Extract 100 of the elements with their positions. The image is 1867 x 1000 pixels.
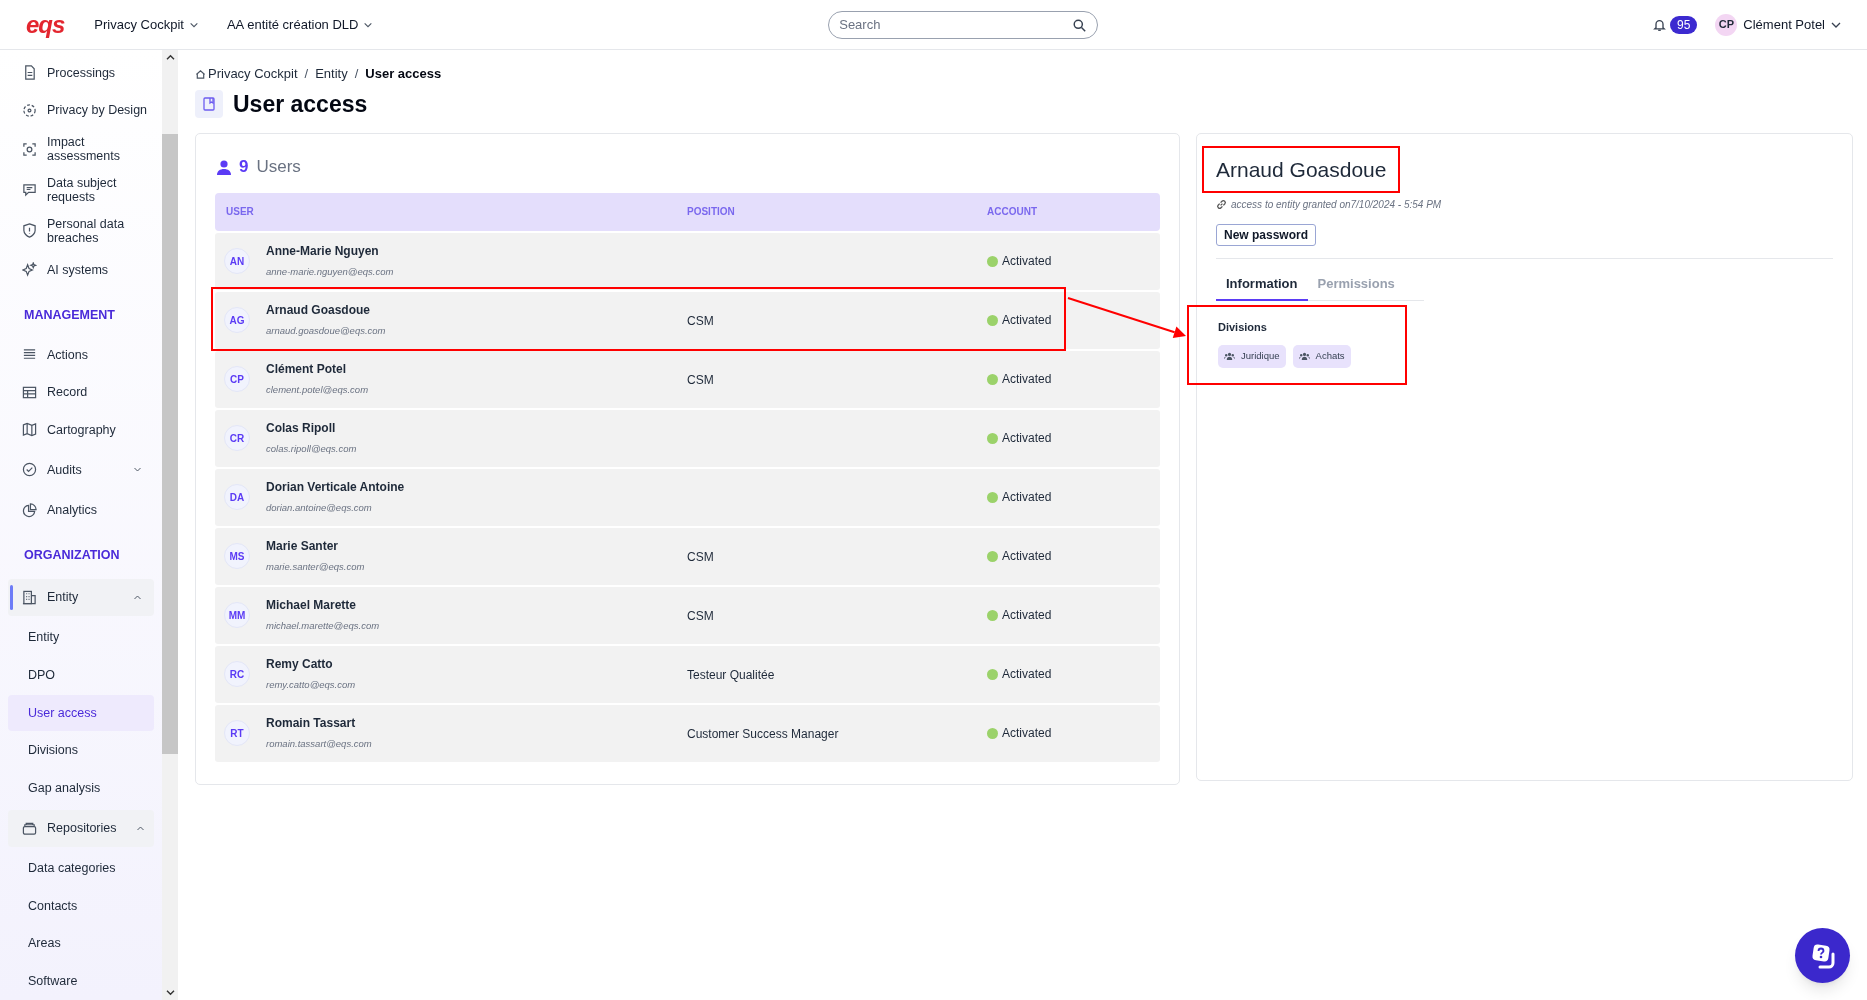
user-email: anne-marie.nguyen@eqs.com: [266, 265, 394, 280]
logo[interactable]: eqs: [26, 12, 65, 37]
account-status: Activated: [1002, 371, 1052, 388]
position-cell: CSM: [687, 314, 714, 328]
nav-group[interactable]: Entity: [8, 579, 154, 616]
user-avatar[interactable]: CP: [1715, 13, 1738, 36]
nav-link[interactable]: Software: [8, 963, 154, 999]
nav-link[interactable]: Entity: [8, 619, 154, 656]
breadcrumb-current: User access: [365, 65, 442, 84]
bell-icon[interactable]: [1653, 17, 1666, 32]
user-name: Clément Potel: [266, 361, 347, 379]
user-avatar: MS: [224, 543, 250, 569]
user-avatar: AN: [224, 248, 250, 274]
user-email: marie.santer@eqs.com: [266, 560, 365, 575]
nav-link[interactable]: User access: [8, 695, 154, 731]
user-name[interactable]: Clément Potel: [1743, 14, 1825, 35]
nav-link[interactable]: Divisions: [8, 732, 154, 769]
user-count: 9: [239, 156, 249, 179]
nav-link[interactable]: Actions: [8, 335, 154, 374]
shield-icon: [22, 223, 37, 238]
map-icon: [22, 422, 37, 438]
position-cell: CSM: [687, 373, 714, 387]
user-email: colas.ripoll@eqs.com: [266, 442, 357, 457]
nav-link[interactable]: Cartography: [8, 411, 154, 449]
header-menu[interactable]: AA entité création DLD: [226, 14, 374, 35]
user-email: remy.catto@eqs.com: [266, 678, 356, 693]
user-email: dorian.antoine@eqs.com: [266, 501, 373, 516]
user-name: Michael Marette: [266, 597, 358, 615]
people-icon: [1224, 352, 1235, 360]
pie-chart-icon: [22, 502, 37, 518]
table-row[interactable]: MM Michael Marette michael.marette@eqs.com CSM Activated: [215, 586, 1160, 644]
page-icon: [195, 90, 223, 119]
nav-link[interactable]: Data categories: [8, 850, 154, 887]
nav-link[interactable]: Privacy by Design: [8, 91, 154, 130]
table-row[interactable]: RC Remy Catto remy.catto@eqs.com Testeur Qualitée Activated: [215, 645, 1160, 703]
table-icon: [22, 384, 37, 400]
table-row[interactable]: DA Dorian Verticale Antoine dorian.antoine@eqs.com Activated: [215, 468, 1160, 526]
focus-icon: [22, 141, 37, 157]
people-icon: [1298, 352, 1310, 360]
divisions-label: Divisions: [1218, 320, 1268, 335]
search-field[interactable]: Search: [828, 10, 1099, 39]
nav-link[interactable]: Gap analysis: [8, 770, 154, 806]
nav-group[interactable]: Repositories: [8, 810, 154, 847]
account-status: Activated: [1002, 489, 1052, 506]
table-row[interactable]: AN Anne-Marie Nguyen anne-marie.nguyen@eqs.com Activated: [215, 232, 1160, 290]
nav-link[interactable]: DPO: [8, 657, 154, 694]
table-row[interactable]: MS Marie Santer marie.santer@eqs.com CSM Activated: [215, 527, 1160, 585]
account-status: Activated: [1002, 725, 1052, 742]
account-status: Activated: [1002, 430, 1052, 447]
user-avatar: DA: [224, 484, 250, 510]
user-avatar: AG: [224, 307, 250, 333]
user-avatar: RC: [224, 661, 250, 687]
check-circle-icon: [22, 462, 37, 478]
account-status: Activated: [1002, 666, 1052, 683]
column-header: ACCOUNT: [987, 205, 1038, 219]
breadcrumb-separator: /: [354, 65, 359, 84]
tab[interactable]: Information: [1216, 269, 1308, 301]
nav-link[interactable]: Record: [8, 373, 154, 412]
archive-icon: [22, 820, 37, 836]
account-status: Activated: [1002, 312, 1052, 329]
breadcrumb-separator: /: [304, 65, 309, 84]
help-button[interactable]: [1795, 928, 1850, 983]
user-email: clement.potel@eqs.com: [266, 383, 369, 398]
table-row[interactable]: CP Clément Potel clement.potel@eqs.com CSM Activated: [215, 350, 1160, 408]
user-name: Marie Santer: [266, 538, 340, 556]
nav-link[interactable]: Personal data breaches: [8, 210, 154, 251]
nav-link[interactable]: AI systems: [8, 250, 154, 289]
nav-link[interactable]: Areas: [8, 925, 154, 962]
link-icon: [1216, 199, 1227, 210]
nav-group[interactable]: Audits: [8, 451, 154, 489]
division-tag: Achats: [1292, 344, 1351, 368]
scroll-up-icon[interactable]: [165, 54, 175, 61]
user-name: Dorian Verticale Antoine: [266, 479, 405, 497]
user-name: Anne-Marie Nguyen: [266, 243, 380, 261]
table-row[interactable]: RT Romain Tassart romain.tassart@eqs.com Customer Success Manager Activated: [215, 704, 1160, 762]
home-icon: [195, 68, 206, 80]
notification-badge: 95: [1670, 15, 1698, 34]
scroll-down-icon[interactable]: [165, 989, 175, 996]
document-icon: [22, 65, 37, 81]
nav-link[interactable]: Data subject requests: [8, 169, 154, 211]
user-avatar: MM: [224, 602, 250, 628]
chat-icon: [22, 182, 37, 198]
new-password-button[interactable]: New password: [1216, 224, 1317, 246]
breadcrumb-link[interactable]: Privacy Cockpit: [195, 64, 298, 84]
nav-link[interactable]: Analytics: [8, 491, 154, 529]
position-cell: Testeur Qualitée: [687, 668, 775, 682]
page-title: User access: [233, 90, 368, 119]
nav-link[interactable]: Processings: [8, 54, 154, 92]
nav-link[interactable]: Impact assessments: [8, 129, 154, 170]
table-row[interactable]: CR Colas Ripoll colas.ripoll@eqs.com Activated: [215, 409, 1160, 467]
breadcrumb-link[interactable]: Entity: [315, 64, 348, 84]
division-tag: Juridique: [1218, 344, 1286, 368]
position-cell: Customer Success Manager: [687, 727, 839, 741]
user-name: Remy Catto: [266, 656, 334, 674]
nav-link[interactable]: Contacts: [8, 888, 154, 924]
users-label: Users: [256, 156, 301, 179]
header-menu[interactable]: Privacy Cockpit: [94, 14, 199, 35]
dashed-circle-icon: [22, 102, 37, 118]
scrollbar-thumb[interactable]: [162, 134, 178, 754]
user-avatar: RT: [224, 720, 250, 746]
